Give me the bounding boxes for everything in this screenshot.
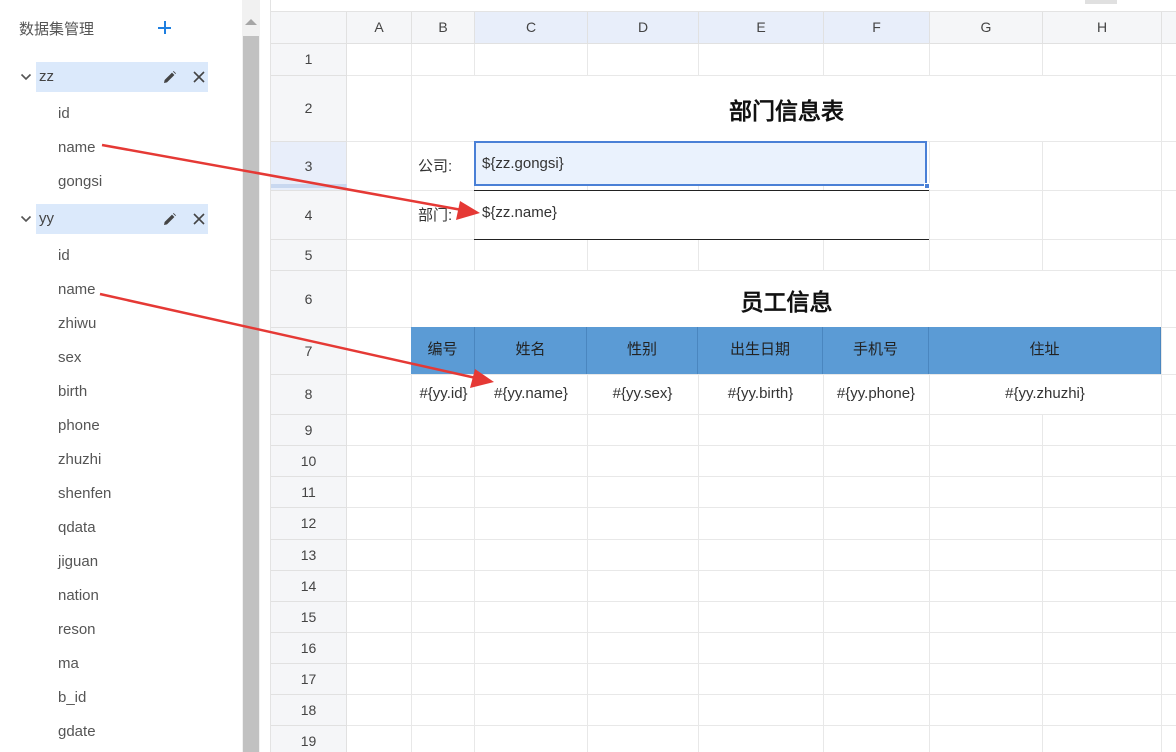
field-yy-gdate[interactable]: gdate	[58, 723, 96, 740]
table-header-cell[interactable]: 出生日期	[698, 327, 823, 374]
chevron-down-icon[interactable]	[20, 213, 32, 225]
row-selection-marker	[271, 184, 347, 188]
field-zz-id[interactable]: id	[58, 105, 70, 122]
add-dataset-icon[interactable]	[156, 16, 174, 38]
column-header-b[interactable]: B	[412, 12, 475, 44]
row-header-1[interactable]: 1	[271, 44, 347, 76]
close-icon[interactable]	[192, 70, 206, 84]
row-header-5[interactable]: 5	[271, 240, 347, 271]
section-title[interactable]: 员工信息	[412, 283, 1161, 317]
table-data-cell[interactable]: #{yy.id}	[412, 374, 475, 414]
table-header-cell[interactable]: 编号	[411, 327, 475, 374]
row-header-14[interactable]: 14	[271, 571, 347, 602]
row-header-2[interactable]: 2	[271, 76, 347, 142]
row-header-4[interactable]: 4	[271, 191, 347, 240]
field-yy-jiguan[interactable]: jiguan	[58, 553, 98, 570]
toolbar-tab[interactable]	[1085, 0, 1117, 4]
select-all-corner[interactable]	[271, 12, 347, 44]
sheet-title[interactable]: 部门信息表	[412, 92, 1161, 126]
field-yy-ma[interactable]: ma	[58, 655, 79, 672]
dept-label[interactable]: 部门:	[418, 204, 452, 225]
table-header-cell[interactable]: 姓名	[475, 327, 587, 374]
table-header-cell[interactable]: 手机号	[823, 327, 929, 374]
table-data-cell[interactable]: #{yy.birth}	[698, 374, 823, 414]
column-header-e[interactable]: E	[699, 12, 824, 44]
dataset-item-zz[interactable]: zz	[36, 62, 208, 92]
row-header-16[interactable]: 16	[271, 633, 347, 664]
field-yy-qdata[interactable]: qdata	[58, 519, 96, 536]
column-header-i[interactable]	[1162, 12, 1176, 44]
dataset-panel: 数据集管理 zz id name gongsi yy id name zhiwu…	[0, 0, 242, 752]
pencil-icon[interactable]	[162, 70, 177, 85]
field-yy-sex[interactable]: sex	[58, 349, 81, 366]
column-header-d[interactable]: D	[588, 12, 699, 44]
spreadsheet[interactable]: 部门信息表 员工信息 公司: ${zz.gongsi} 部门: ${zz.nam…	[271, 0, 1176, 752]
field-yy-reson[interactable]: reson	[58, 621, 96, 638]
dataset-name: zz	[39, 68, 54, 85]
column-header-a[interactable]: A	[347, 12, 412, 44]
sheet-toolbar-strip	[271, 0, 1176, 12]
row-header-19[interactable]: 19	[271, 726, 347, 752]
row-header-17[interactable]: 17	[271, 664, 347, 695]
row-header-18[interactable]: 18	[271, 695, 347, 726]
panel-scrollbar[interactable]	[242, 0, 260, 752]
table-data-cell[interactable]: #{yy.phone}	[823, 374, 929, 414]
field-yy-zhiwu[interactable]: zhiwu	[58, 315, 96, 332]
dataset-item-yy[interactable]: yy	[36, 204, 208, 234]
field-yy-name[interactable]: name	[58, 281, 96, 298]
table-data-cell[interactable]: #{yy.sex}	[587, 374, 698, 414]
panel-title: 数据集管理	[19, 21, 95, 38]
field-yy-birth[interactable]: birth	[58, 383, 87, 400]
field-yy-nation[interactable]: nation	[58, 587, 99, 604]
scrollbar-thumb[interactable]	[243, 36, 259, 752]
row-header-11[interactable]: 11	[271, 477, 347, 508]
dataset-name: yy	[39, 210, 54, 227]
row-header-12[interactable]: 12	[271, 508, 347, 540]
field-yy-zhuzhi[interactable]: zhuzhi	[58, 451, 101, 468]
row-header-8[interactable]: 8	[271, 375, 347, 415]
table-header-cell[interactable]: 住址	[929, 327, 1161, 374]
table-data-cell[interactable]: #{yy.name}	[475, 374, 587, 414]
column-header-f[interactable]: F	[824, 12, 930, 44]
row-header-15[interactable]: 15	[271, 602, 347, 633]
row-header-10[interactable]: 10	[271, 446, 347, 477]
close-icon[interactable]	[192, 212, 206, 226]
field-yy-id[interactable]: id	[58, 247, 70, 264]
field-zz-name[interactable]: name	[58, 139, 96, 156]
pencil-icon[interactable]	[162, 212, 177, 227]
row-header-13[interactable]: 13	[271, 540, 347, 571]
field-yy-b_id[interactable]: b_id	[58, 689, 86, 706]
column-header-h[interactable]: H	[1043, 12, 1162, 44]
row-header-9[interactable]: 9	[271, 415, 347, 446]
field-zz-gongsi[interactable]: gongsi	[58, 173, 102, 190]
column-header-g[interactable]: G	[930, 12, 1043, 44]
chevron-down-icon[interactable]	[20, 71, 32, 83]
field-yy-shenfen[interactable]: shenfen	[58, 485, 111, 502]
table-data-cell[interactable]: #{yy.zhuzhi}	[929, 374, 1161, 414]
dept-value[interactable]: ${zz.name}	[482, 204, 557, 221]
column-header-c[interactable]: C	[475, 12, 588, 44]
row-header-6[interactable]: 6	[271, 271, 347, 328]
scroll-up-icon[interactable]	[245, 19, 257, 25]
row-header-7[interactable]: 7	[271, 328, 347, 375]
company-value[interactable]: ${zz.gongsi}	[482, 155, 564, 172]
company-label[interactable]: 公司:	[418, 155, 452, 176]
field-yy-phone[interactable]: phone	[58, 417, 100, 434]
panel-divider[interactable]	[260, 0, 271, 752]
table-header-cell[interactable]: 性别	[587, 327, 698, 374]
fill-handle[interactable]	[924, 183, 930, 189]
